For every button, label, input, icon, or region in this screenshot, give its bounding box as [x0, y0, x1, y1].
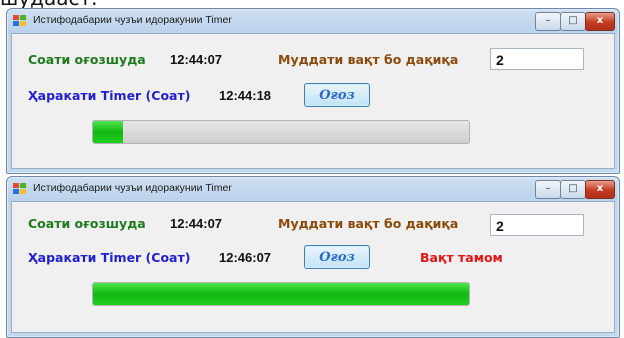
title-bar[interactable]: Истифодабарии чузъи идоракунии Timer – □…	[7, 177, 619, 201]
status-label: Вақт тамом	[420, 250, 503, 265]
close-button[interactable]: x	[585, 12, 615, 31]
duration-input[interactable]: 2	[490, 48, 584, 70]
progress-fill	[93, 283, 469, 305]
start-time-label: Соати оғозшуда	[28, 52, 146, 67]
timer-window-1: Истифодабарии чузъи идоракунии Timer – □…	[6, 8, 620, 174]
progress-bar	[92, 282, 470, 306]
timer-label: Ҳаракати Timer (Соат)	[28, 88, 191, 103]
progress-bar	[92, 120, 470, 144]
maximize-button[interactable]: □	[560, 12, 586, 31]
start-button[interactable]: Оғоз	[304, 83, 370, 107]
progress-fill	[93, 121, 124, 143]
minimize-button[interactable]: –	[535, 180, 561, 199]
timer-time-value: 12:44:18	[219, 88, 272, 103]
timer-time-value: 12:46:07	[219, 250, 272, 265]
duration-input[interactable]: 2	[490, 214, 584, 236]
minimize-button[interactable]: –	[535, 12, 561, 31]
start-time-label: Соати оғозшуда	[28, 216, 146, 231]
app-icon	[13, 183, 27, 195]
duration-label: Муддати вақт бо дақиқа	[278, 216, 459, 231]
close-button[interactable]: x	[585, 180, 615, 199]
duration-label: Муддати вақт бо дақиқа	[278, 52, 459, 67]
timer-label: Ҳаракати Timer (Соат)	[28, 250, 191, 265]
maximize-button[interactable]: □	[560, 180, 586, 199]
form-client-area: Соати оғозшуда 12:44:07 Муддати вақт бо …	[11, 201, 615, 333]
form-client-area: Соати оғозшуда 12:44:07 Муддати вақт бо …	[11, 33, 615, 169]
window-title: Истифодабарии чузъи идоракунии Timer	[33, 14, 232, 26]
title-bar[interactable]: Истифодабарии чузъи идоракунии Timer – □…	[7, 9, 619, 33]
start-button[interactable]: Оғоз	[304, 245, 370, 269]
top-caption: шудааст.	[0, 0, 97, 8]
start-time-value: 12:44:07	[170, 52, 223, 67]
timer-window-2: Истифодабарии чузъи идоракунии Timer – □…	[6, 176, 620, 338]
window-title: Истифодабарии чузъи идоракунии Timer	[33, 182, 232, 194]
app-icon	[13, 15, 27, 27]
start-time-value: 12:44:07	[170, 216, 223, 231]
